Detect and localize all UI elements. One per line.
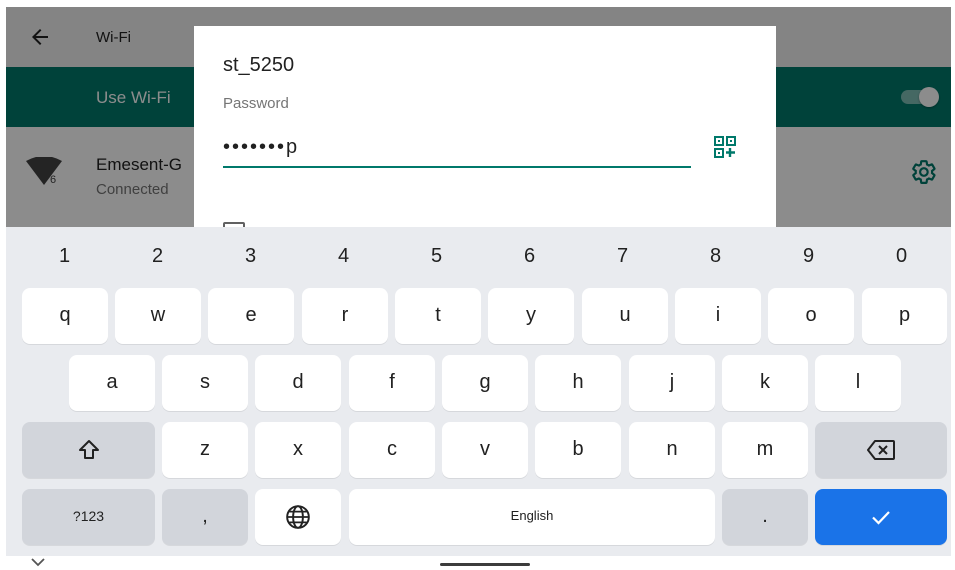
key-r[interactable]: r	[302, 288, 388, 344]
key-a[interactable]: a	[69, 355, 155, 411]
password-input[interactable]: •••••••p	[223, 130, 691, 168]
key-n[interactable]: n	[629, 422, 715, 478]
key-h[interactable]: h	[535, 355, 621, 411]
space-bar[interactable]: English	[349, 489, 715, 545]
number-row: 1 2 3 4 5 6 7 8 9 0	[6, 227, 951, 287]
checkmark-icon	[872, 511, 890, 525]
dialog-title: st_5250	[223, 54, 295, 76]
key-g[interactable]: g	[442, 355, 528, 411]
password-label: Password	[223, 95, 289, 112]
key-v[interactable]: v	[442, 422, 528, 478]
key-t[interactable]: t	[395, 288, 481, 344]
backspace-key[interactable]	[815, 422, 947, 478]
key-u[interactable]: u	[582, 288, 668, 344]
key-j[interactable]: j	[629, 355, 715, 411]
onscreen-keyboard: 1 2 3 4 5 6 7 8 9 0 q w e r t y u i o p …	[6, 227, 951, 556]
key-o[interactable]: o	[768, 288, 854, 344]
key-5[interactable]: 5	[390, 227, 483, 285]
backspace-icon	[867, 440, 895, 460]
enter-key[interactable]	[815, 489, 947, 545]
key-l[interactable]: l	[815, 355, 901, 411]
key-y[interactable]: y	[488, 288, 574, 344]
comma-key[interactable]: ,	[162, 489, 248, 545]
system-nav-bar	[0, 556, 955, 570]
key-f[interactable]: f	[349, 355, 435, 411]
key-8[interactable]: 8	[669, 227, 762, 285]
globe-icon	[286, 505, 310, 529]
key-q[interactable]: q	[22, 288, 108, 344]
key-0[interactable]: 0	[855, 227, 948, 285]
language-key[interactable]	[255, 489, 341, 545]
key-6[interactable]: 6	[483, 227, 576, 285]
qr-code-scan-icon[interactable]	[713, 135, 737, 159]
key-4[interactable]: 4	[297, 227, 390, 285]
shift-icon	[78, 440, 99, 459]
chevron-down-icon[interactable]	[30, 557, 46, 567]
period-key[interactable]: .	[722, 489, 808, 545]
key-2[interactable]: 2	[111, 227, 204, 285]
key-9[interactable]: 9	[762, 227, 855, 285]
key-7[interactable]: 7	[576, 227, 669, 285]
wifi-password-dialog: st_5250 Password •••••••p	[194, 26, 776, 227]
key-m[interactable]: m	[722, 422, 808, 478]
key-c[interactable]: c	[349, 422, 435, 478]
gesture-handle[interactable]	[440, 563, 530, 566]
key-s[interactable]: s	[162, 355, 248, 411]
key-w[interactable]: w	[115, 288, 201, 344]
key-i[interactable]: i	[675, 288, 761, 344]
key-z[interactable]: z	[162, 422, 248, 478]
symbols-key[interactable]: ?123	[22, 489, 155, 545]
key-p[interactable]: p	[862, 288, 947, 344]
key-b[interactable]: b	[535, 422, 621, 478]
key-k[interactable]: k	[722, 355, 808, 411]
key-x[interactable]: x	[255, 422, 341, 478]
key-1[interactable]: 1	[18, 227, 111, 285]
key-e[interactable]: e	[208, 288, 294, 344]
key-d[interactable]: d	[255, 355, 341, 411]
key-3[interactable]: 3	[204, 227, 297, 285]
shift-key[interactable]	[22, 422, 155, 478]
